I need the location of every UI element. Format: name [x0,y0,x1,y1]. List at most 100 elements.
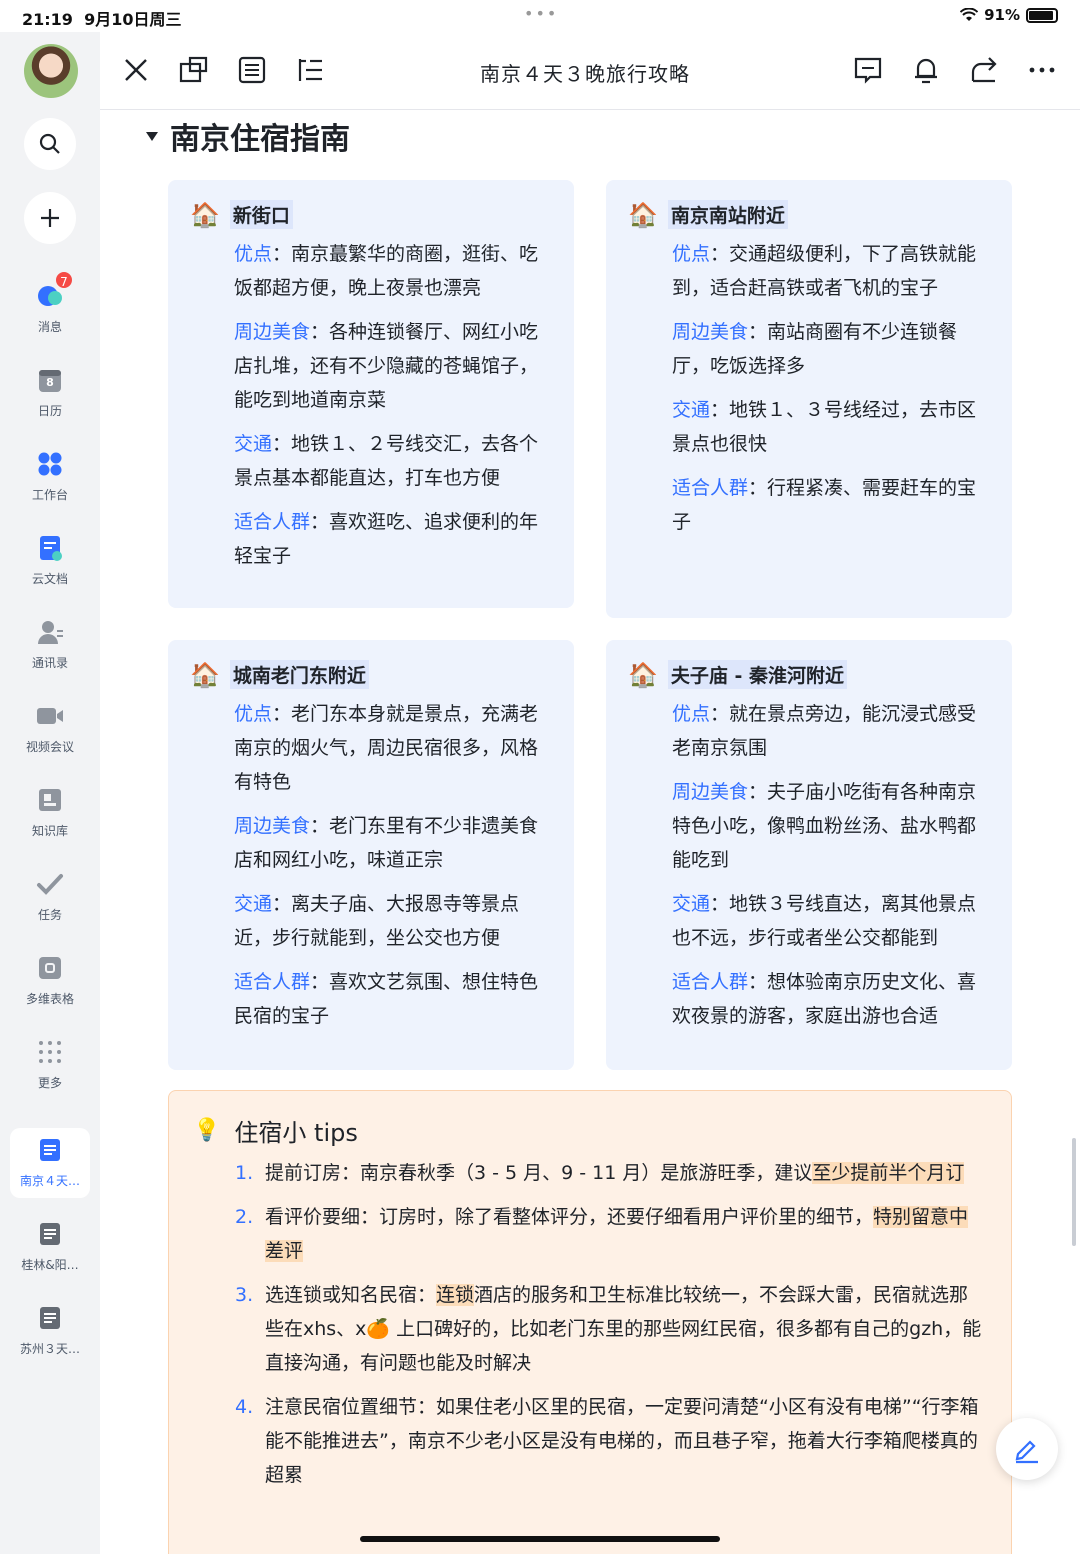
sidebar-item-messages[interactable]: 7 消息 [0,270,100,352]
recent-doc-label: 苏州３天… [19,1342,80,1356]
sidebar-item-tasks[interactable]: 任务 [0,870,100,940]
card-row: 优点：就在景点旁边，能沉浸式感受老南京氛围 [672,703,977,759]
card-row: 周边美食：南站商圈有不少连锁餐厅，吃饭选择多 [672,321,958,377]
card-row: 适合人群：喜欢文艺氛围、想住特色民宿的宝子 [234,971,539,1027]
house-icon: 🏠 [628,200,658,229]
house-icon: 🏠 [190,200,220,229]
card-row: 适合人群：想体验南京历史文化、喜欢夜景的游客，家庭出游也合适 [672,971,977,1027]
sidebar-item-label: 工作台 [31,488,68,502]
tips-list: 1. 提前订房：南京春秋季（3 - 5 月、9 - 11 月）是旅游旺季，建议至少… [193,1156,987,1492]
card-row: 交通：地铁１、２号线交汇，去各个景点基本都能直达，打车也方便 [234,433,539,489]
card-row: 周边美食：各种连锁餐厅、网红小吃店扎堆，还有不少隐藏的苍蝇馆子，能吃到地道南京菜 [234,321,539,411]
accommodation-card: 🏠 城南老门东附近 优点：老门东本身就是景点，充满老南京的烟火气，周边民宿很多，风… [168,640,574,1070]
contacts-icon [36,618,64,646]
card-row: 优点：交通超级便利，下了高铁就能到，适合赶高铁或者飞机的宝子 [672,243,977,299]
share-icon[interactable] [968,54,1000,86]
document-icon [40,1307,60,1329]
sidebar-item-contacts[interactable]: 通讯录 [0,618,100,688]
battery-icon [1026,7,1058,23]
calendar-icon: 8 [36,366,64,394]
outline-list-icon[interactable] [236,54,268,86]
checkmark-icon [36,870,64,898]
unread-badge: 7 [54,270,74,290]
status-right: 91% [960,6,1058,24]
recent-doc-nanjing[interactable]: 南京４天… [10,1128,90,1198]
wifi-icon [960,8,979,21]
list-item: 4. 注意民宿位置细节：如果住老小区里的民宿，一定要问清楚“小区有没有电梯”“行李… [235,1396,979,1486]
search-button[interactable] [24,118,76,170]
add-button[interactable] [24,192,76,244]
sidebar-item-label: 日历 [37,404,62,418]
document-title: 南京４天３晚旅行攻略 [480,62,690,86]
card-title: 南京南站附近 [667,200,788,229]
edit-button[interactable] [996,1418,1058,1480]
card-row: 周边美食：夫子庙小吃街有各种南京特色小吃，像鸭血粉丝汤、盐水鸭都能吃到 [672,781,977,871]
more-horizontal-icon[interactable] [1026,54,1058,86]
workbench-grid-icon [36,450,64,478]
table-icon [36,954,64,982]
new-window-icon[interactable] [178,54,210,86]
status-bar: 21:19 9月10日周三 ••• 91% [0,0,1080,32]
collapse-triangle-icon[interactable] [146,131,158,141]
sidebar-item-bitable[interactable]: 多维表格 [0,954,100,1024]
recent-doc-label: 桂林&阳… [21,1258,79,1272]
more-dots-grid-icon [36,1038,64,1066]
sidebar-item-docs[interactable]: 云文档 [0,534,100,604]
pencil-icon [1015,1440,1038,1464]
battery-percent: 91% [984,6,1020,24]
card-row: 周边美食：老门东里有不少非遗美食店和网红小吃，味道正宗 [234,815,539,871]
sidebar-item-workbench[interactable]: 工作台 [0,450,100,520]
recent-doc-guilin[interactable]: 桂林&阳… [10,1212,90,1282]
comment-icon[interactable] [852,54,884,86]
sidebar-item-label: 更多 [37,1076,62,1090]
recent-doc-label: 南京４天… [19,1174,80,1188]
calendar-day: 8 [46,376,54,389]
sidebar-item-wiki[interactable]: 知识库 [0,786,100,856]
card-row: 适合人群：喜欢逛吃、追求便利的年轻宝子 [234,511,539,567]
sidebar-item-label: 通讯录 [31,656,68,670]
close-icon[interactable] [120,54,152,86]
recent-doc-suzhou[interactable]: 苏州３天… [10,1296,90,1366]
card-row: 交通：地铁３号线直达，离其他景点也不远，步行或者坐公交都能到 [672,893,977,949]
house-icon: 🏠 [628,660,658,689]
video-camera-icon [36,702,64,730]
avatar[interactable] [24,44,78,98]
knowledge-base-icon [36,786,64,814]
sidebar-item-label: 多维表格 [25,992,74,1006]
search-icon [39,133,60,154]
sidebar-item-label: 云文档 [31,572,68,586]
sidebar-item-label: 任务 [37,908,62,922]
card-title: 城南老门东附近 [229,660,369,689]
house-icon: 🏠 [190,660,220,689]
sidebar: 7 消息 8 日历 工作台 云文档 通讯录 视频会议 知识库 任务 多维表格 更… [0,32,100,1554]
section-title: 南京住宿指南 [170,122,350,157]
document-icon [40,1223,60,1245]
home-indicator[interactable] [360,1536,720,1542]
document-body: 南京住宿指南 🏠 新街口 优点：南京蕞繁华的商圈，逛街、吃饭都超方便，晚上夜景也漂… [100,110,1080,1554]
bell-icon[interactable] [910,54,942,86]
list-item: 2. 看评价要细：订房时，除了看整体评分，还要仔细看用户评价里的细节，特别留意中差… [235,1206,969,1262]
sidebar-item-more[interactable]: 更多 [0,1038,100,1108]
sidebar-item-label: 知识库 [31,824,68,838]
cloud-doc-icon [36,534,64,562]
card-title: 夫子庙 - 秦淮河附近 [667,660,848,689]
scrollbar[interactable] [1072,1138,1076,1246]
sidebar-item-video-meeting[interactable]: 视频会议 [0,702,100,772]
tips-title: 住宿小 tips [234,1119,358,1147]
plus-icon [41,209,59,227]
accommodation-card: 🏠 夫子庙 - 秦淮河附近 优点：就在景点旁边，能沉浸式感受老南京氛围 周边美食：… [606,640,1012,1070]
chat-bubble-icon: 7 [36,270,74,310]
lightbulb-icon: 💡 [193,1118,221,1143]
card-row: 交通：地铁１、３号线经过，去市区景点也很快 [672,399,977,455]
card-row: 优点：南京蕞繁华的商圈，逛街、吃饭都超方便，晚上夜景也漂亮 [234,243,539,299]
accommodation-card: 🏠 新街口 优点：南京蕞繁华的商圈，逛街、吃饭都超方便，晚上夜景也漂亮 周边美食：… [168,180,574,608]
accommodation-card: 🏠 南京南站附近 优点：交通超级便利，下了高铁就能到，适合赶高铁或者飞机的宝子 周… [606,180,1012,618]
card-row: 优点：老门东本身就是景点，充满老南京的烟火气，周边民宿很多，风格有特色 [234,703,539,793]
sidebar-item-calendar[interactable]: 8 日历 [0,366,100,436]
status-time: 21:19 9月10日周三 [22,10,182,29]
list-item: 3. 选连锁或知名民宿：连锁酒店的服务和卫生标准比较统一，不会踩大雷，民宿就选那些… [235,1284,982,1374]
table-of-contents-icon[interactable] [294,54,326,86]
multitask-dots-icon[interactable]: ••• [524,4,558,23]
card-row: 交通：离夫子庙、大报恩寺等景点近，步行就能到，坐公交也方便 [234,893,520,949]
sidebar-item-label: 消息 [37,320,62,334]
